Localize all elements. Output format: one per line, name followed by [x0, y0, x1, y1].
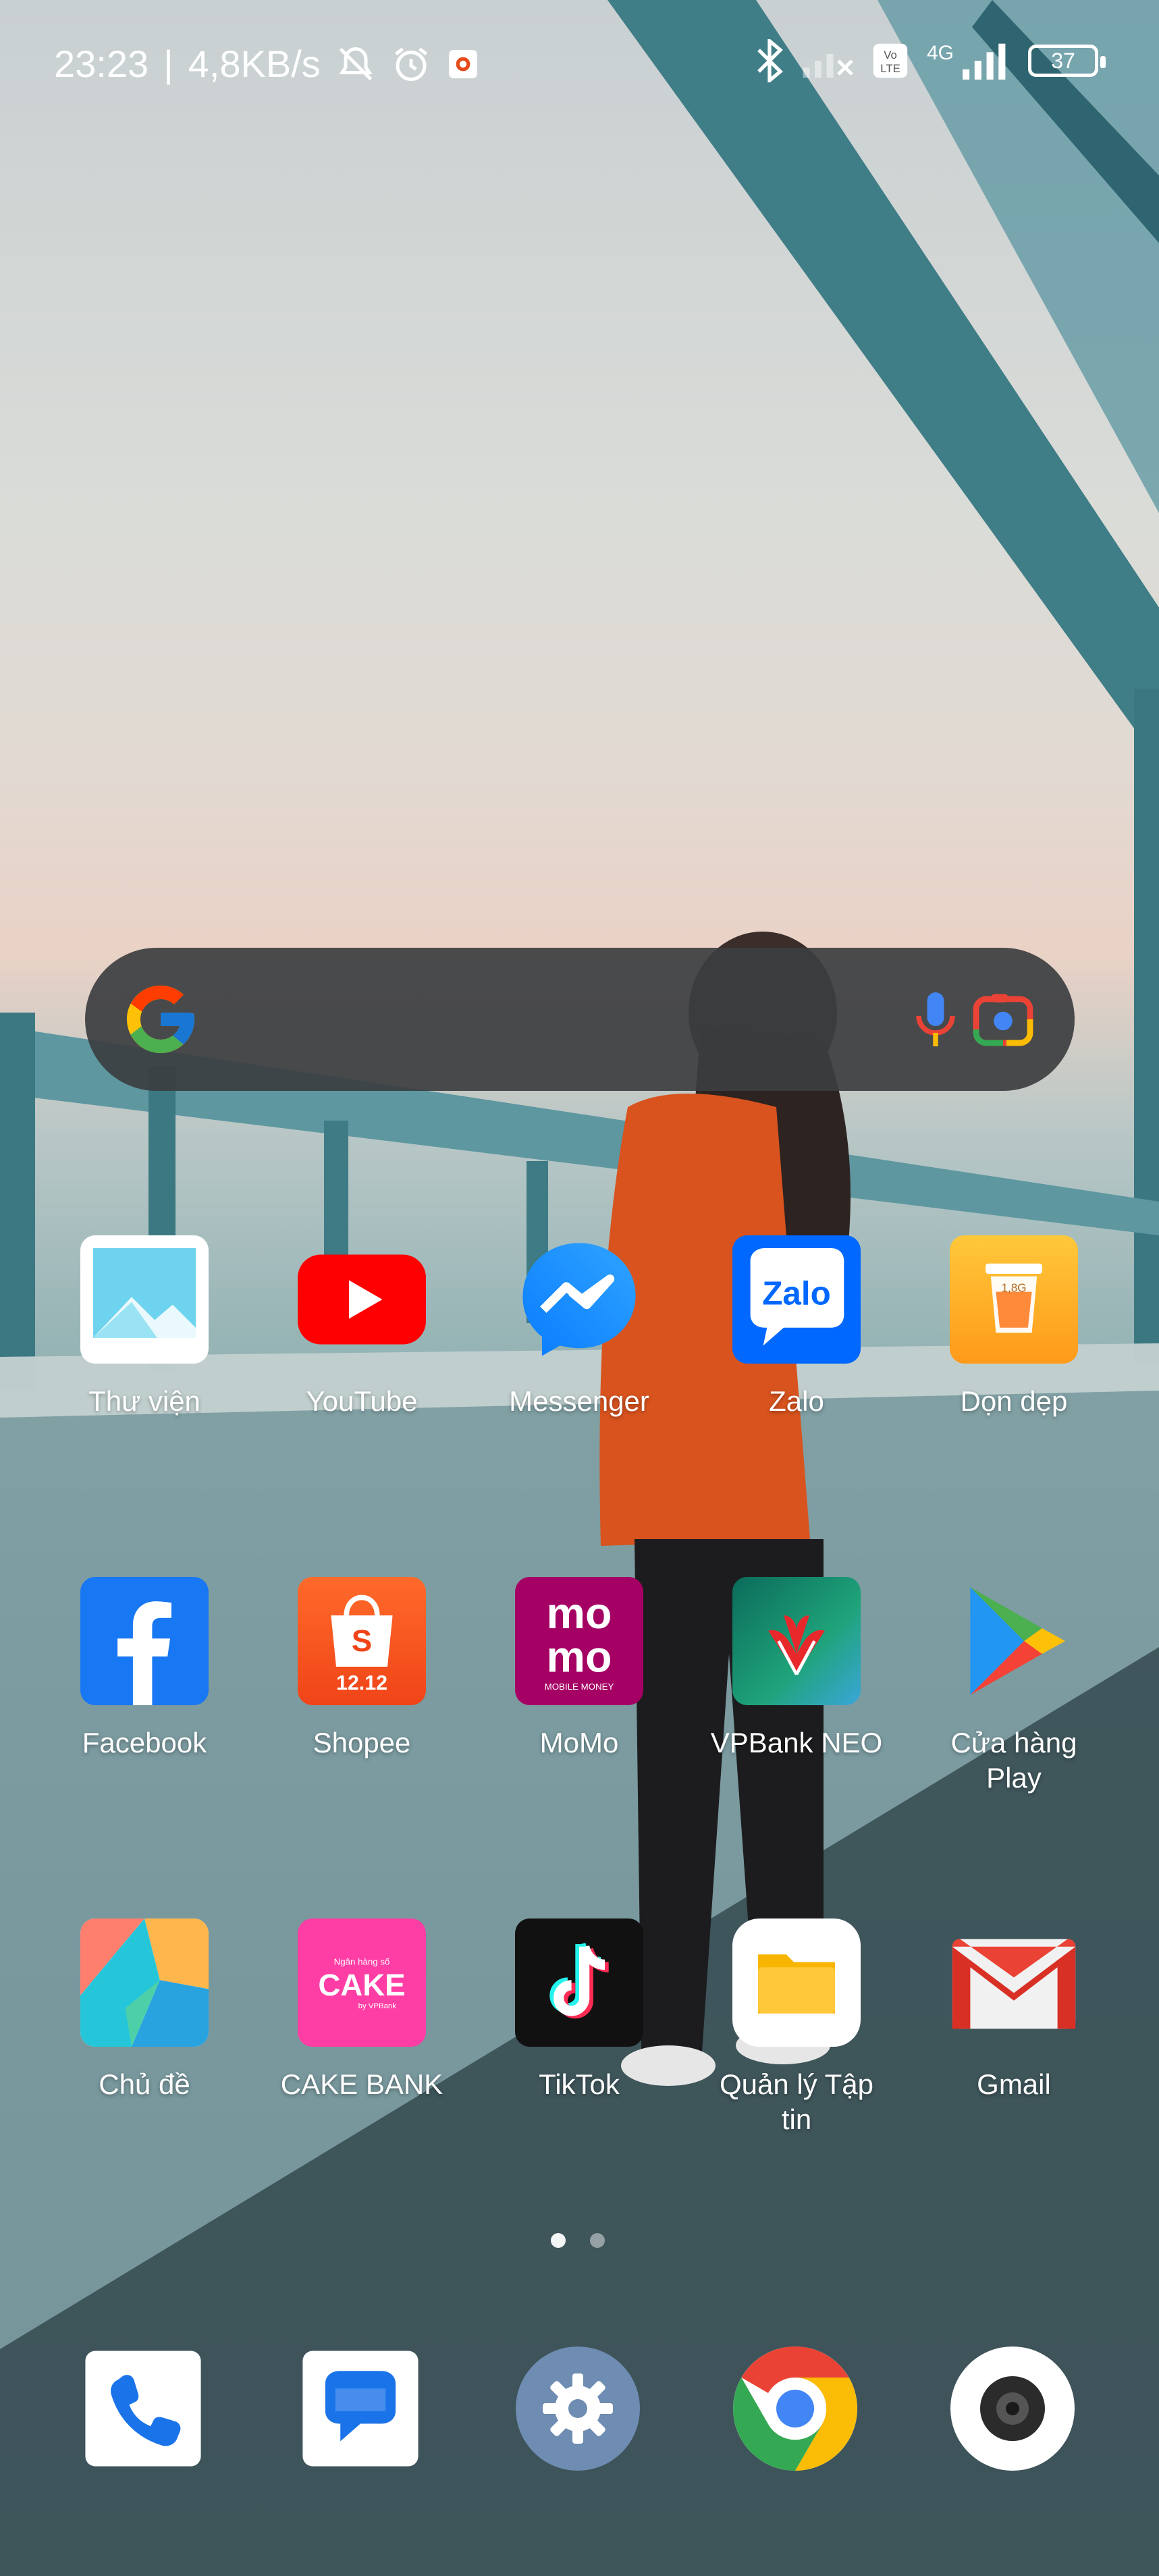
app-cake-bank[interactable]: Ngân hàng số CAKE by VPBank CAKE BANK: [254, 1918, 470, 2102]
recording-icon: [448, 49, 477, 78]
momo-icon: mo mo MOBILE MONEY: [515, 1577, 643, 1705]
svg-text:S: S: [352, 1624, 372, 1658]
svg-text:LTE: LTE: [880, 62, 900, 75]
network-speed: 4,8KB/s: [188, 43, 321, 85]
app-themes[interactable]: Chủ đề: [36, 1918, 252, 2102]
tiktok-icon: [515, 1918, 643, 2047]
svg-text:Zalo: Zalo: [762, 1275, 831, 1312]
clock: 23:23: [54, 43, 149, 85]
app-label: Gmail: [977, 2068, 1051, 2100]
google-lens-icon[interactable]: [963, 979, 1044, 1060]
app-messenger[interactable]: Messenger: [471, 1235, 687, 1419]
app-file-manager[interactable]: Quản lý Tập tin: [689, 1918, 905, 2137]
themes-icon: [80, 1918, 209, 2047]
google-logo-icon: [127, 986, 194, 1053]
app-tiktok[interactable]: TikTok: [471, 1918, 687, 2102]
google-search-bar[interactable]: [85, 948, 1075, 1091]
svg-text:Vo: Vo: [884, 49, 897, 61]
battery-indicator: 37: [1028, 45, 1106, 77]
app-label: Chủ đề: [99, 2068, 190, 2100]
signal-sim1-icon: [803, 54, 853, 78]
vpbank-icon: [732, 1577, 861, 1705]
shopee-icon: S 12.12: [298, 1577, 426, 1705]
app-cleaner[interactable]: 1,8G Dọn dẹp: [906, 1235, 1122, 1419]
svg-text:by VPBank: by VPBank: [358, 2002, 397, 2010]
camera-icon: [950, 2346, 1075, 2471]
phone-icon: [85, 2351, 201, 2467]
messenger-icon: [515, 1235, 643, 1364]
page-dot[interactable]: [590, 2233, 605, 2248]
page-indicator: [551, 2233, 605, 2248]
app-label: Facebook: [82, 1727, 207, 1759]
svg-text:mo: mo: [547, 1633, 612, 1682]
chrome-icon: [733, 2346, 857, 2471]
gallery-icon: [80, 1235, 209, 1364]
cake-bank-icon: Ngân hàng số CAKE by VPBank: [298, 1918, 426, 2047]
battery-level: 37: [1051, 48, 1075, 73]
app-label: TikTok: [539, 2068, 620, 2100]
dock-camera[interactable]: [945, 2341, 1080, 2476]
status-separator: |: [163, 43, 173, 85]
app-vpbank[interactable]: VPBank NEO: [689, 1577, 905, 1761]
app-label: MoMo: [539, 1727, 619, 1759]
app-label: Messenger: [509, 1385, 649, 1417]
dock-messages[interactable]: [293, 2341, 428, 2476]
app-label: Quản lý Tập tin: [719, 2068, 874, 2135]
app-label: YouTube: [306, 1385, 418, 1417]
svg-text:mo: mo: [547, 1589, 612, 1638]
svg-text:CAKE: CAKE: [318, 1968, 405, 2002]
svg-text:12.12: 12.12: [336, 1671, 387, 1694]
app-label: CAKE BANK: [280, 2068, 443, 2100]
volte-icon: VoLTE: [873, 43, 908, 78]
app-label: Dọn dẹp: [960, 1385, 1068, 1417]
play-store-icon: [950, 1577, 1078, 1705]
cleaner-icon: 1,8G: [950, 1235, 1078, 1364]
dock-settings[interactable]: [510, 2341, 645, 2476]
file-manager-icon: [732, 1918, 861, 2047]
facebook-icon: [80, 1577, 209, 1705]
signal-sim2-icon: [963, 43, 1006, 80]
app-gallery[interactable]: Thư viện: [36, 1235, 252, 1419]
app-label: VPBank NEO: [710, 1727, 883, 1759]
dock-chrome[interactable]: [728, 2341, 863, 2476]
zalo-icon: Zalo: [732, 1235, 861, 1364]
app-shopee[interactable]: S 12.12 Shopee: [254, 1577, 470, 1761]
dock-phone[interactable]: [76, 2341, 211, 2476]
app-youtube[interactable]: YouTube: [254, 1235, 470, 1419]
app-zalo[interactable]: Zalo Zalo: [689, 1235, 905, 1419]
status-bar: 23:23 | 4,8KB/s Vo LTE 4G 37: [0, 0, 1159, 135]
app-play-store[interactable]: Cửa hàng Play: [906, 1577, 1122, 1796]
svg-text:1,8G: 1,8G: [1001, 1282, 1026, 1295]
app-momo[interactable]: mo mo MOBILE MONEY MoMo: [471, 1577, 687, 1761]
app-label: Shopee: [313, 1727, 411, 1759]
svg-text:Ngân hàng số: Ngân hàng số: [334, 1956, 390, 1966]
app-gmail[interactable]: Gmail: [906, 1918, 1122, 2102]
alarm-icon: [394, 47, 427, 81]
page-dot-active[interactable]: [551, 2233, 566, 2248]
settings-icon: [516, 2346, 640, 2471]
app-label: Cửa hàng Play: [950, 1727, 1077, 1794]
bluetooth-icon: [757, 39, 783, 82]
app-facebook[interactable]: Facebook: [36, 1577, 252, 1761]
network-type: 4G: [926, 42, 954, 64]
svg-text:MOBILE MONEY: MOBILE MONEY: [545, 1682, 614, 1692]
app-label: Thư viện: [88, 1385, 200, 1417]
mute-icon: [339, 47, 373, 80]
youtube-icon: [298, 1235, 426, 1364]
app-label: Zalo: [769, 1385, 824, 1417]
messages-icon: [302, 2351, 419, 2467]
gmail-icon: [950, 1918, 1078, 2047]
